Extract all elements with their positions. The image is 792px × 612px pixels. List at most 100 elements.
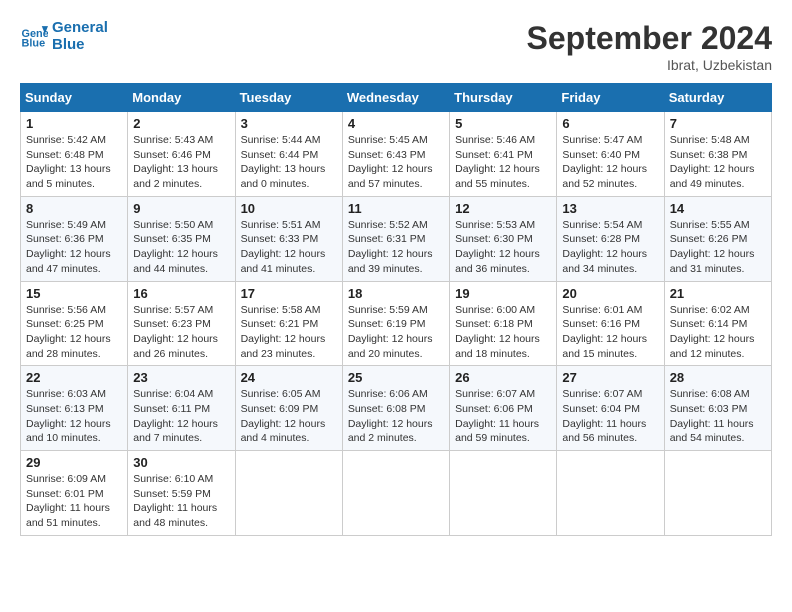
calendar-table: SundayMondayTuesdayWednesdayThursdayFrid… [20, 83, 772, 536]
calendar-cell: 23 Sunrise: 6:04 AM Sunset: 6:11 PM Dayli… [128, 366, 235, 451]
calendar-cell: 16Sunrise: 5:57 AM Sunset: 6:23 PM Dayli… [128, 281, 235, 366]
day-number: 9 [133, 201, 229, 216]
weekday-header-friday: Friday [557, 84, 664, 112]
day-info: Sunrise: 6:07 AM Sunset: 6:04 PM Dayligh… [562, 387, 658, 446]
calendar-cell: 20 Sunrise: 6:01 AM Sunset: 6:16 PM Dayli… [557, 281, 664, 366]
day-number: 2 [133, 116, 229, 131]
day-number: 1 [26, 116, 122, 131]
weekday-header-monday: Monday [128, 84, 235, 112]
day-number: 19 [455, 286, 551, 301]
calendar-cell: 25Sunrise: 6:06 AM Sunset: 6:08 PM Dayli… [342, 366, 449, 451]
day-info: Sunrise: 6:04 AM Sunset: 6:11 PM Dayligh… [133, 387, 229, 446]
calendar-cell: 28 Sunrise: 6:08 AM Sunset: 6:03 PM Dayli… [664, 366, 771, 451]
logo-line1: General [52, 20, 108, 37]
day-info: Sunrise: 5:45 AM Sunset: 6:43 PM Dayligh… [348, 133, 444, 192]
day-number: 20 [562, 286, 658, 301]
day-info: Sunrise: 6:01 AM Sunset: 6:16 PM Dayligh… [562, 303, 658, 362]
day-number: 16 [133, 286, 229, 301]
calendar-cell: 2 Sunrise: 5:43 AM Sunset: 6:46 PM Daylig… [128, 112, 235, 197]
calendar-cell [235, 451, 342, 536]
logo: General Blue General Blue [20, 20, 108, 53]
day-info: Sunrise: 6:03 AM Sunset: 6:13 PM Dayligh… [26, 387, 122, 446]
day-number: 7 [670, 116, 766, 131]
weekday-header-thursday: Thursday [450, 84, 557, 112]
calendar-cell: 1 Sunrise: 5:42 AM Sunset: 6:48 PM Daylig… [21, 112, 128, 197]
calendar-cell: 12 Sunrise: 5:53 AM Sunset: 6:30 PM Dayli… [450, 196, 557, 281]
day-number: 14 [670, 201, 766, 216]
calendar-cell: 3 Sunrise: 5:44 AM Sunset: 6:44 PM Daylig… [235, 112, 342, 197]
calendar-cell: 30Sunrise: 6:10 AM Sunset: 5:59 PM Dayli… [128, 451, 235, 536]
day-number: 17 [241, 286, 337, 301]
calendar-cell: 5Sunrise: 5:46 AM Sunset: 6:41 PM Daylig… [450, 112, 557, 197]
day-info: Sunrise: 6:05 AM Sunset: 6:09 PM Dayligh… [241, 387, 337, 446]
day-info: Sunrise: 5:42 AM Sunset: 6:48 PM Dayligh… [26, 133, 122, 192]
day-number: 27 [562, 370, 658, 385]
calendar-cell: 8Sunrise: 5:49 AM Sunset: 6:36 PM Daylig… [21, 196, 128, 281]
day-info: Sunrise: 6:06 AM Sunset: 6:08 PM Dayligh… [348, 387, 444, 446]
day-info: Sunrise: 5:54 AM Sunset: 6:28 PM Dayligh… [562, 218, 658, 277]
day-number: 15 [26, 286, 122, 301]
day-number: 22 [26, 370, 122, 385]
location: Ibrat, Uzbekistan [527, 57, 772, 73]
day-info: Sunrise: 6:07 AM Sunset: 6:06 PM Dayligh… [455, 387, 551, 446]
calendar-cell: 27 Sunrise: 6:07 AM Sunset: 6:04 PM Dayli… [557, 366, 664, 451]
logo-line2: Blue [52, 37, 108, 54]
calendar-cell: 18 Sunrise: 5:59 AM Sunset: 6:19 PM Dayli… [342, 281, 449, 366]
day-number: 11 [348, 201, 444, 216]
day-info: Sunrise: 5:48 AM Sunset: 6:38 PM Dayligh… [670, 133, 766, 192]
day-number: 23 [133, 370, 229, 385]
day-info: Sunrise: 6:08 AM Sunset: 6:03 PM Dayligh… [670, 387, 766, 446]
weekday-header-wednesday: Wednesday [342, 84, 449, 112]
calendar-cell: 6 Sunrise: 5:47 AM Sunset: 6:40 PM Daylig… [557, 112, 664, 197]
day-number: 21 [670, 286, 766, 301]
day-info: Sunrise: 5:59 AM Sunset: 6:19 PM Dayligh… [348, 303, 444, 362]
day-number: 12 [455, 201, 551, 216]
day-info: Sunrise: 5:53 AM Sunset: 6:30 PM Dayligh… [455, 218, 551, 277]
day-info: Sunrise: 5:51 AM Sunset: 6:33 PM Dayligh… [241, 218, 337, 277]
day-number: 5 [455, 116, 551, 131]
calendar-cell: 10Sunrise: 5:51 AM Sunset: 6:33 PM Dayli… [235, 196, 342, 281]
day-info: Sunrise: 5:50 AM Sunset: 6:35 PM Dayligh… [133, 218, 229, 277]
day-info: Sunrise: 6:09 AM Sunset: 6:01 PM Dayligh… [26, 472, 122, 531]
calendar-cell: 22 Sunrise: 6:03 AM Sunset: 6:13 PM Dayli… [21, 366, 128, 451]
day-number: 6 [562, 116, 658, 131]
day-number: 30 [133, 455, 229, 470]
day-info: Sunrise: 5:56 AM Sunset: 6:25 PM Dayligh… [26, 303, 122, 362]
calendar-cell: 9 Sunrise: 5:50 AM Sunset: 6:35 PM Daylig… [128, 196, 235, 281]
day-number: 4 [348, 116, 444, 131]
weekday-header-sunday: Sunday [21, 84, 128, 112]
day-number: 28 [670, 370, 766, 385]
month-title: September 2024 [527, 20, 772, 57]
logo-icon: General Blue [20, 23, 48, 51]
day-number: 29 [26, 455, 122, 470]
day-info: Sunrise: 6:02 AM Sunset: 6:14 PM Dayligh… [670, 303, 766, 362]
calendar-cell: 4 Sunrise: 5:45 AM Sunset: 6:43 PM Daylig… [342, 112, 449, 197]
calendar-cell [450, 451, 557, 536]
page-header: General Blue General Blue September 2024… [20, 20, 772, 73]
calendar-cell: 15 Sunrise: 5:56 AM Sunset: 6:25 PM Dayli… [21, 281, 128, 366]
day-number: 3 [241, 116, 337, 131]
day-info: Sunrise: 5:44 AM Sunset: 6:44 PM Dayligh… [241, 133, 337, 192]
day-number: 18 [348, 286, 444, 301]
day-info: Sunrise: 5:55 AM Sunset: 6:26 PM Dayligh… [670, 218, 766, 277]
day-number: 26 [455, 370, 551, 385]
day-number: 24 [241, 370, 337, 385]
day-info: Sunrise: 5:52 AM Sunset: 6:31 PM Dayligh… [348, 218, 444, 277]
calendar-cell [557, 451, 664, 536]
calendar-cell: 11 Sunrise: 5:52 AM Sunset: 6:31 PM Dayli… [342, 196, 449, 281]
svg-text:Blue: Blue [22, 37, 46, 49]
calendar-cell [664, 451, 771, 536]
calendar-cell [342, 451, 449, 536]
calendar-cell: 19Sunrise: 6:00 AM Sunset: 6:18 PM Dayli… [450, 281, 557, 366]
calendar-cell: 17 Sunrise: 5:58 AM Sunset: 6:21 PM Dayli… [235, 281, 342, 366]
day-info: Sunrise: 5:47 AM Sunset: 6:40 PM Dayligh… [562, 133, 658, 192]
day-info: Sunrise: 5:58 AM Sunset: 6:21 PM Dayligh… [241, 303, 337, 362]
day-info: Sunrise: 5:43 AM Sunset: 6:46 PM Dayligh… [133, 133, 229, 192]
calendar-cell: 26 Sunrise: 6:07 AM Sunset: 6:06 PM Dayli… [450, 366, 557, 451]
calendar-cell: 7 Sunrise: 5:48 AM Sunset: 6:38 PM Daylig… [664, 112, 771, 197]
calendar-cell: 29 Sunrise: 6:09 AM Sunset: 6:01 PM Dayli… [21, 451, 128, 536]
weekday-header-saturday: Saturday [664, 84, 771, 112]
calendar-cell: 13Sunrise: 5:54 AM Sunset: 6:28 PM Dayli… [557, 196, 664, 281]
title-block: September 2024 Ibrat, Uzbekistan [527, 20, 772, 73]
calendar-cell: 24 Sunrise: 6:05 AM Sunset: 6:09 PM Dayli… [235, 366, 342, 451]
